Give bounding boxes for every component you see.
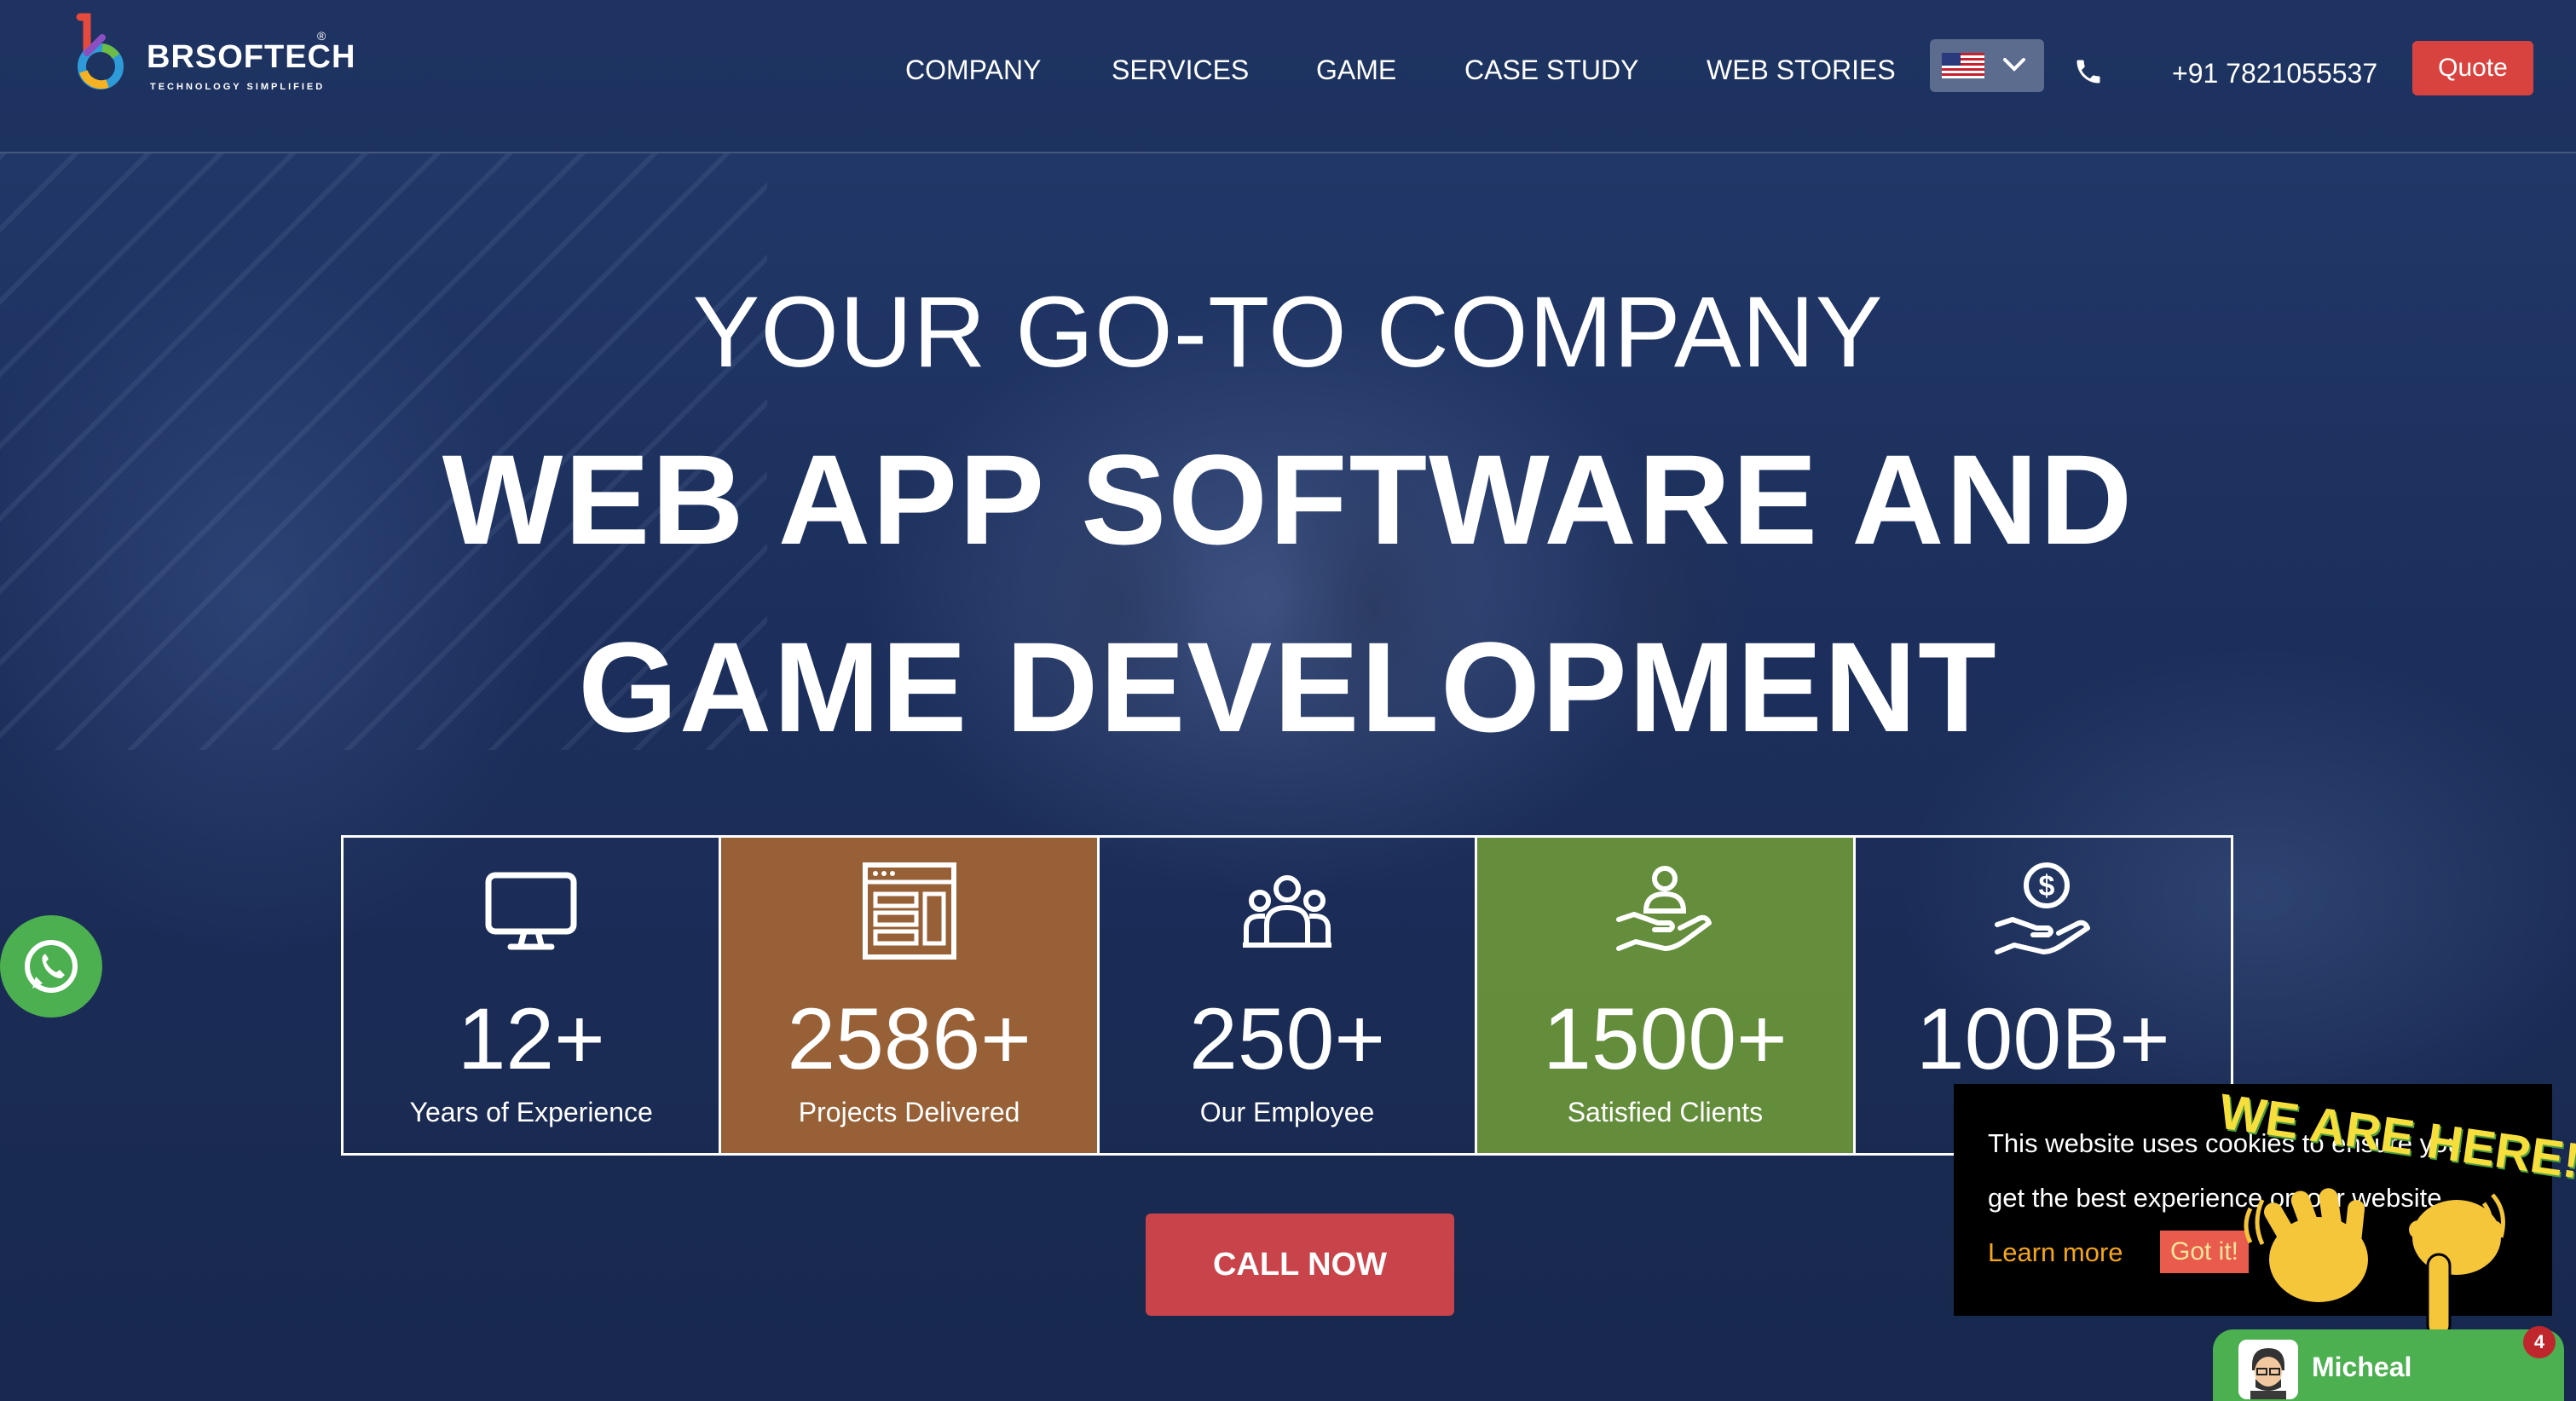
cookie-learn-more-link[interactable]: Learn more [1988,1237,2123,1268]
agent-avatar-icon [2238,1340,2298,1399]
nav-services[interactable]: SERVICES [1112,55,1249,86]
phone-number-link[interactable]: +91 7821055537 [2172,58,2377,89]
unread-badge: 4 [2523,1326,2556,1358]
stat-projects: 2586+ Projects Delivered [721,838,1100,1153]
site-header: BRSOFTECH ® TECHNOLOGY SIMPLIFIED COMPAN… [0,0,2576,153]
nav-case-study[interactable]: CASE STUDY [1464,55,1638,86]
logo-text: BRSOFTECH [147,39,356,75]
stat-employees: 250+ Our Employee [1100,838,1478,1153]
stat-value: 100B+ [1915,990,2170,1087]
nav-web-stories[interactable]: WEB STORIES [1707,55,1896,86]
nav-game[interactable]: GAME [1316,55,1396,86]
language-selector[interactable] [1930,39,2044,92]
layout-icon [862,862,956,960]
stats-grid: 12+ Years of Experience 2586+ Projects D… [341,835,2233,1156]
agent-avatar [2238,1340,2298,1399]
brand-logo[interactable]: BRSOFTECH ® TECHNOLOGY SIMPLIFIED [68,12,355,97]
whatsapp-button[interactable] [0,915,102,1018]
client-hand-icon [1616,866,1713,951]
stat-label: Projects Delivered [798,1097,1020,1127]
stat-label: Our Employee [1199,1097,1375,1127]
svg-text:$: $ [2038,870,2054,902]
agent-name: Micheal [2312,1352,2412,1382]
team-icon [1243,875,1332,948]
call-now-button[interactable]: CALL NOW [1146,1214,1454,1316]
logo-mark-icon [76,13,124,89]
hero-title-line1: WEB APP SOFTWARE AND [442,428,2134,571]
whatsapp-icon [25,940,78,993]
chevron-down-icon [2003,58,2025,72]
stat-value: 2586+ [787,990,1031,1087]
hero-subtitle: YOUR GO-TO COMPANY [692,276,1884,389]
revenue-icon: $ [1994,862,2090,954]
pointing-hand-icon [2409,1193,2505,1338]
monitor-icon [485,872,577,950]
live-chat-tab[interactable]: Micheal [2213,1329,2564,1401]
hero-title-line2: GAME DEVELOPMENT [578,615,1998,758]
stat-label: Years of Experience [409,1097,653,1127]
logo-tagline: TECHNOLOGY SIMPLIFIED [150,82,326,92]
stat-value: 1500+ [1543,990,1788,1087]
logo-registered-mark: ® [317,29,326,43]
phone-icon[interactable] [2073,56,2104,87]
nav-company[interactable]: COMPANY [905,55,1041,86]
stat-experience: 12+ Years of Experience [344,838,722,1153]
us-flag-icon [1942,53,1984,78]
stat-label: Satisfied Clients [1567,1097,1764,1127]
waving-hand-icon [2244,1188,2368,1302]
stat-value: 250+ [1189,990,1385,1087]
quote-button[interactable]: Quote [2412,41,2533,95]
stat-clients: 1500+ Satisfied Clients [1477,838,1856,1153]
stat-value: 12+ [457,990,605,1087]
